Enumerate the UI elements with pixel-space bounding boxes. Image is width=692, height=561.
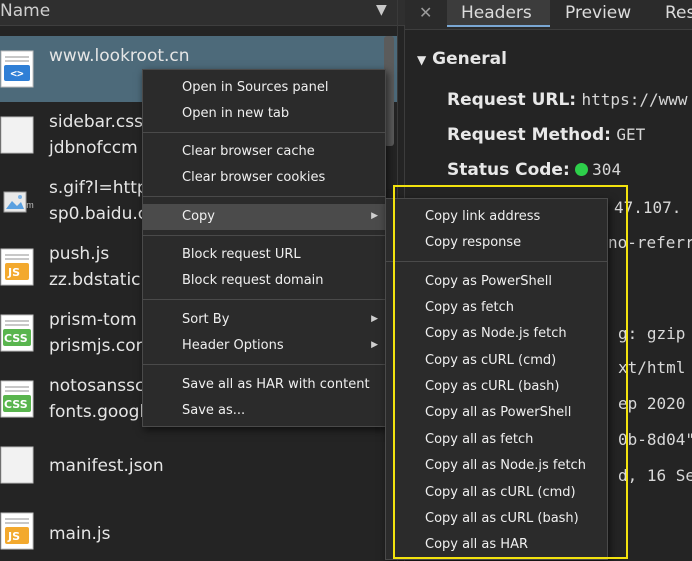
file-type-badge: JS [8, 266, 21, 279]
svg-text:<>: <> [10, 67, 24, 80]
request-name: main.js [49, 524, 111, 544]
sort-descending-icon[interactable]: ▼ [376, 2, 387, 18]
request-domain: prismjs.cor [49, 336, 143, 356]
header-status-code: Status Code: 304 [447, 160, 621, 180]
status-ok-icon [575, 163, 589, 176]
close-icon[interactable]: ✕ [419, 3, 432, 22]
header-request-url: Request URL: https://www [447, 90, 688, 110]
tab-response[interactable]: Res [665, 3, 692, 23]
header-value: https://www [581, 90, 688, 109]
request-domain: sp0.baidu.c [49, 204, 148, 224]
header-value-partial: xt/html [618, 358, 686, 377]
request-row[interactable]: JS main.js [0, 498, 397, 561]
header-key: Status Code: [447, 160, 570, 180]
svg-text:m: m [26, 200, 34, 210]
request-name: www.lookroot.cn [49, 46, 190, 66]
submenu-arrow-icon: ▶ [371, 211, 378, 221]
file-type-badge: CSS [4, 398, 28, 411]
request-name: manifest.json [49, 456, 164, 476]
header-key: Request URL: [447, 90, 577, 110]
menu-copy[interactable]: Copy ▶ [143, 204, 385, 230]
file-icon [0, 116, 34, 154]
menu-clear-cookies[interactable]: Clear browser cookies [143, 165, 385, 191]
header-value-partial: ep 2020 0 [618, 394, 692, 413]
request-domain: jdbnofccm [49, 138, 138, 158]
menu-save-as[interactable]: Save as... [143, 398, 385, 424]
tab-preview[interactable]: Preview [565, 3, 631, 23]
menu-separator [143, 235, 385, 236]
details-tab-bar: ✕ Headers Preview Res [405, 0, 692, 30]
submenu-arrow-icon: ▶ [371, 340, 378, 350]
section-title: General [432, 49, 507, 69]
request-list-header[interactable]: Name ▼ [0, 0, 405, 26]
broken-image-icon: m [3, 191, 34, 213]
menu-separator [143, 364, 385, 365]
menu-block-url[interactable]: Block request URL [143, 242, 385, 268]
menu-header-options[interactable]: Header Options ▶ [143, 333, 385, 359]
file-type-badge: JS [8, 530, 21, 543]
name-column-header[interactable]: Name [0, 1, 50, 21]
file-icon [0, 446, 34, 484]
triangle-down-icon: ▼ [417, 53, 427, 67]
general-section-toggle[interactable]: ▼ General [417, 49, 507, 69]
menu-sort-by[interactable]: Sort By ▶ [143, 307, 385, 333]
request-name: push.js [49, 244, 110, 264]
context-menu: Open in Sources panel Open in new tab Cl… [142, 69, 386, 427]
request-row[interactable]: manifest.json [0, 432, 397, 498]
menu-separator [143, 196, 385, 197]
file-type-badge: CSS [4, 332, 28, 345]
header-value-partial: d, 16 Se [618, 466, 692, 485]
request-name: prism-tom [49, 310, 137, 330]
header-value-partial: 0b-8d04" [618, 430, 692, 449]
menu-separator [143, 299, 385, 300]
request-name: sidebar.css [49, 112, 143, 132]
request-name: notosansscr [49, 376, 152, 396]
header-value: 304 [592, 160, 622, 179]
menu-block-domain[interactable]: Block request domain [143, 268, 385, 294]
menu-clear-cache[interactable]: Clear browser cache [143, 139, 385, 165]
menu-separator [143, 132, 385, 133]
tab-headers[interactable]: Headers [447, 0, 550, 27]
menu-open-in-new-tab[interactable]: Open in new tab [143, 101, 385, 127]
header-request-method: Request Method: GET [447, 125, 645, 145]
header-key: Request Method: [447, 125, 611, 145]
request-domain: zz.bdstatic. [49, 270, 146, 290]
submenu-arrow-icon: ▶ [371, 314, 378, 324]
document-icon: <> [0, 50, 34, 88]
menu-save-har[interactable]: Save all as HAR with content [143, 372, 385, 398]
menu-open-in-sources[interactable]: Open in Sources panel [143, 75, 385, 101]
request-name: s.gif?l=http [49, 178, 148, 198]
annotation-highlight-box [393, 185, 628, 559]
header-value: GET [616, 125, 646, 144]
header-value-partial: g: gzip [618, 324, 686, 343]
